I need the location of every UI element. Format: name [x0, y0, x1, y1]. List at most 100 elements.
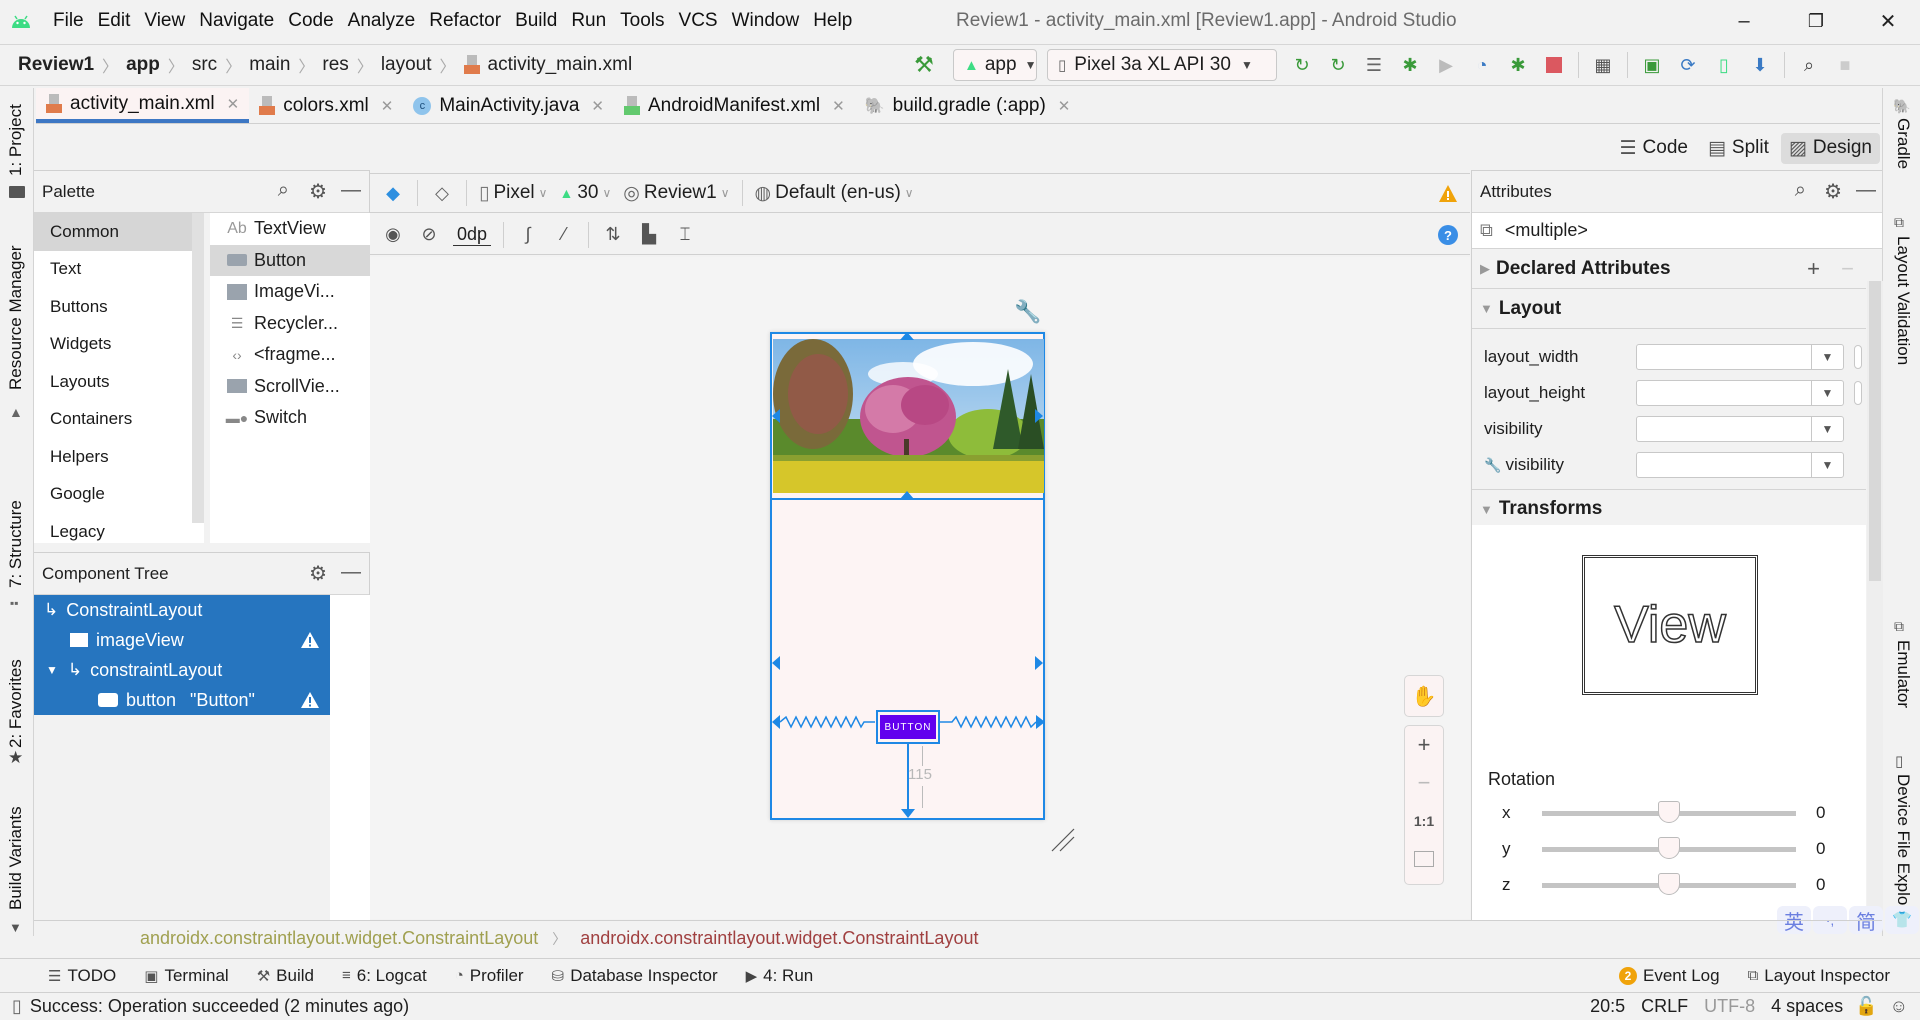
layout-width-dropdown[interactable]: ▼ — [1636, 344, 1844, 370]
breadcrumb-layout[interactable]: layout — [381, 54, 432, 76]
build-variants-tool-button[interactable]: Build Variants — [6, 806, 26, 910]
search-everywhere-icon[interactable]: ⌕ — [1796, 52, 1822, 78]
remove-attribute-icon[interactable]: − — [1841, 256, 1854, 282]
wrench-icon[interactable]: 🔧 — [1014, 299, 1041, 325]
transforms-section[interactable]: ▼ Transforms — [1472, 489, 1866, 529]
palette-category[interactable]: Layouts — [34, 363, 204, 401]
breadcrumb-child-layout[interactable]: androidx.constraintlayout.widget.Constra… — [580, 928, 978, 949]
palette-category[interactable]: Helpers — [34, 438, 204, 476]
tab-activity-main-xml[interactable]: activity_main.xml ✕ — [36, 88, 250, 123]
device-file-explorer-tool-button[interactable]: Device File Explorer — [1893, 774, 1913, 926]
slider-thumb[interactable] — [1658, 801, 1680, 823]
resize-handle-icon[interactable] — [1048, 825, 1078, 855]
left-anchor-handle[interactable] — [772, 656, 780, 670]
gear-icon[interactable]: ⚙ — [309, 561, 327, 586]
device-dropdown[interactable]: ▯ Pixel 3a XL API 30 ▼ — [1047, 49, 1277, 81]
sync-gradle-icon[interactable]: ⟳ — [1675, 52, 1701, 78]
run-with-coverage-icon[interactable]: ▶ — [1433, 52, 1459, 78]
menu-refactor[interactable]: Refactor — [429, 10, 501, 32]
minimize-panel-icon[interactable]: — — [341, 561, 361, 584]
margin-value-label[interactable]: 115 — [908, 766, 932, 783]
close-tab-icon[interactable]: ✕ — [832, 97, 845, 115]
breadcrumb-src[interactable]: src — [192, 54, 217, 76]
palette-category[interactable]: Text — [34, 251, 204, 289]
line-separator[interactable]: CRLF — [1641, 996, 1688, 1017]
layout-validation-tool-button[interactable]: Layout Validation — [1893, 236, 1913, 365]
palette-category[interactable]: Containers — [34, 401, 204, 439]
attach-debugger-icon[interactable]: ✱ — [1505, 52, 1531, 78]
menu-window[interactable]: Window — [732, 10, 800, 32]
zoom-out-button[interactable]: − — [1405, 764, 1443, 802]
expand-triangle-icon[interactable]: ▶ — [1480, 261, 1490, 277]
device-selector[interactable]: ▯ Pixel ∨ — [479, 182, 547, 205]
warning-icon[interactable] — [300, 691, 320, 709]
close-window-button[interactable]: ✕ — [1868, 6, 1908, 36]
code-view-button[interactable]: ☰ Code — [1612, 133, 1696, 164]
make-project-hammer-icon[interactable]: ⚒ — [911, 52, 937, 78]
attributes-scrollbar[interactable] — [1867, 281, 1883, 921]
breadcrumb-main[interactable]: main — [249, 54, 290, 76]
design-canvas[interactable]: 🔧 BUTTON 115 ✋ + − 1:1 — [370, 257, 1470, 919]
palette-item-textview[interactable]: Ab TextView — [210, 213, 370, 245]
palette-category[interactable]: Buttons — [34, 288, 204, 326]
image-view[interactable] — [773, 339, 1044, 493]
profile-icon[interactable]: ◔ — [1469, 52, 1495, 78]
visibility-dropdown[interactable]: ▼ — [1636, 416, 1844, 442]
tree-row-constraintlayout[interactable]: ↳ ConstraintLayout — [34, 595, 330, 625]
pack-icon[interactable]: ⇅ — [600, 222, 626, 248]
favorites-tool-button[interactable]: 2: Favorites — [6, 659, 26, 748]
autoconnect-icon[interactable]: ⊘ — [416, 222, 442, 248]
zoom-actual-size-button[interactable]: 1:1 — [1405, 802, 1443, 840]
locale-selector[interactable]: ◍ Default (en-us) ∨ — [755, 182, 914, 205]
api-level-selector[interactable]: ▲ 30 ∨ — [559, 182, 611, 204]
menu-vcs[interactable]: VCS — [679, 10, 718, 32]
palette-item-recyclerview[interactable]: ☰ Recycler... — [210, 308, 370, 340]
apply-code-changes-icon[interactable]: ↻ — [1325, 52, 1351, 78]
layout-inspector-tool-button[interactable]: ⧉ Layout Inspector — [1748, 966, 1890, 986]
anchor-handle[interactable] — [900, 491, 914, 499]
ime-skin-icon[interactable]: 👕 — [1885, 906, 1919, 934]
close-tab-icon[interactable]: ✕ — [591, 97, 604, 115]
minimize-panel-icon[interactable]: — — [341, 179, 361, 202]
tab-main-activity-java[interactable]: c MainActivity.java ✕ — [403, 88, 614, 123]
menu-build[interactable]: Build — [515, 10, 557, 32]
expand-triangle-icon[interactable]: ▼ — [46, 663, 58, 677]
gear-icon[interactable]: ⚙ — [1824, 179, 1842, 204]
event-log-tool-button[interactable]: 2 Event Log — [1619, 966, 1720, 986]
apply-changes-restart-icon[interactable]: ↻ — [1289, 52, 1315, 78]
bottom-anchor-handle[interactable] — [901, 809, 915, 818]
infer-constraints-icon[interactable]: ⁄ — [551, 222, 577, 248]
indent-setting[interactable]: 4 spaces — [1771, 996, 1843, 1017]
run-anything-icon[interactable]: ▣ — [1639, 52, 1665, 78]
terminal-tool-button[interactable]: ▣ Terminal — [144, 966, 228, 986]
tab-build-gradle[interactable]: 🐘 build.gradle (:app) ✕ — [855, 88, 1081, 123]
profiler-tool-button[interactable]: ◔ Profiler — [455, 966, 524, 986]
user-avatar-icon[interactable]: ■ — [1832, 52, 1858, 78]
palette-item-switch[interactable]: ▬● Switch — [210, 402, 370, 434]
resource-manager-tool-button[interactable]: Resource Manager — [6, 245, 26, 390]
run-config-dropdown[interactable]: ▲ app ▼ — [953, 49, 1037, 81]
breadcrumb-project[interactable]: Review1 — [18, 54, 94, 76]
collapse-triangle-icon[interactable]: ▼ — [1480, 301, 1493, 316]
status-message[interactable]: Success: Operation succeeded (2 minutes … — [30, 996, 409, 1017]
logcat-tool-button[interactable]: ≡ 6: Logcat — [342, 966, 427, 986]
logcat-icon[interactable]: ☰ — [1361, 52, 1387, 78]
palette-item-scrollview[interactable]: ScrollVie... — [210, 371, 370, 403]
collapse-triangle-icon[interactable]: ▼ — [1480, 502, 1493, 517]
sdk-manager-icon[interactable]: ⬇ — [1747, 52, 1773, 78]
design-surface-layers-icon[interactable]: ◆ — [380, 180, 406, 206]
close-tab-icon[interactable]: ✕ — [1058, 97, 1071, 115]
palette-category[interactable]: Widgets — [34, 326, 204, 364]
layout-section[interactable]: ▼ Layout — [1472, 289, 1866, 329]
palette-item-fragment[interactable]: ‹› <fragme... — [210, 339, 370, 371]
status-toggle-icon[interactable]: ▯ — [12, 996, 22, 1017]
gradle-tool-button[interactable]: Gradle — [1893, 118, 1913, 169]
tree-row-inner-constraintlayout[interactable]: ▼ ↳ constraintLayout — [34, 655, 330, 685]
caret-position[interactable]: 20:5 — [1590, 996, 1625, 1017]
slider-thumb[interactable] — [1658, 873, 1680, 895]
restore-button[interactable]: ❐ — [1796, 6, 1836, 36]
top-anchor-handle[interactable] — [900, 332, 914, 340]
default-margin-field[interactable]: 0dp — [453, 224, 492, 246]
tab-colors-xml[interactable]: colors.xml ✕ — [249, 88, 403, 123]
project-tool-button[interactable]: 1: Project — [6, 104, 26, 176]
